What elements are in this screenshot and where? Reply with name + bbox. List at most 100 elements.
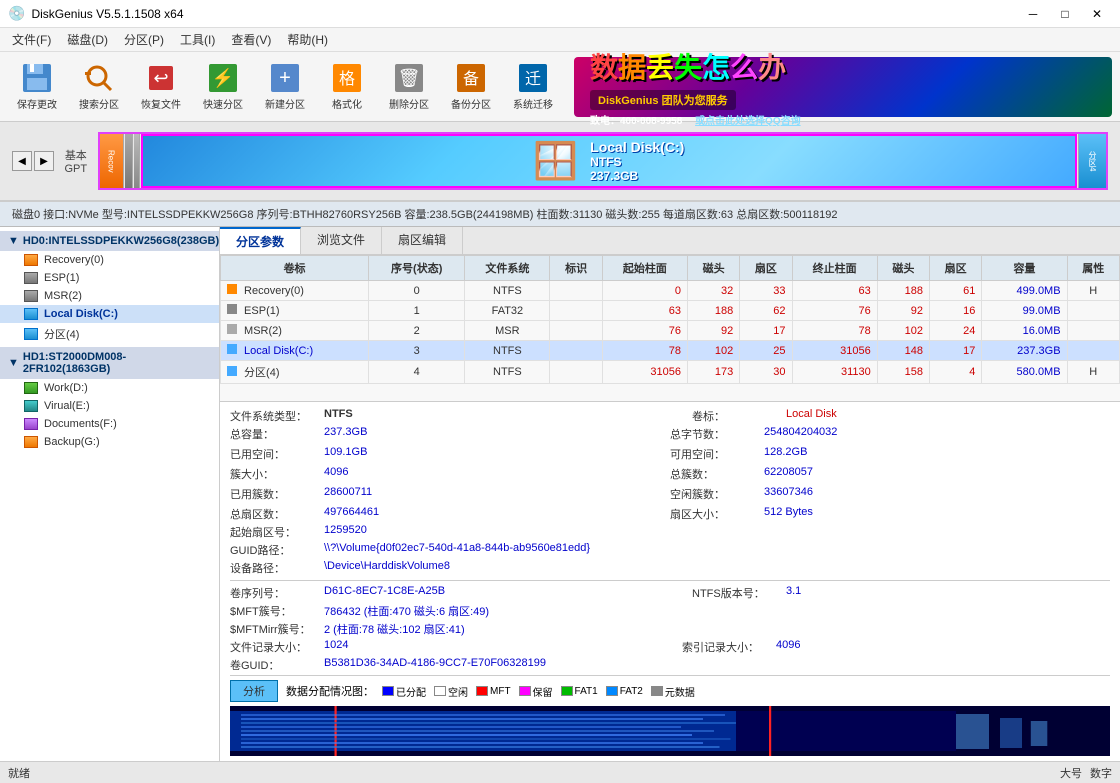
msr-partition-item[interactable]: MSR(2) xyxy=(0,287,219,305)
esp-partition-item[interactable]: ESP(1) xyxy=(0,269,219,287)
virual-e-item[interactable]: Virual(E:) xyxy=(0,397,219,415)
table-row[interactable]: Local Disk(C:) 3 NTFS 78 102 25 31056 14… xyxy=(221,341,1120,361)
used-space-value: 109.1GB xyxy=(324,446,670,462)
tab-sector-edit[interactable]: 扇区编辑 xyxy=(382,227,463,254)
fs-type-label: 文件系统类型： xyxy=(230,408,320,424)
cell-start-cyl: 31056 xyxy=(602,361,687,384)
cell-fs: MSR xyxy=(465,321,550,341)
vol-serial-row: 卷序列号： D61C-8EC7-1C8E-A25B NTFS版本号： 3.1 xyxy=(230,585,1110,601)
part4-item[interactable]: 分区(4) xyxy=(0,323,219,345)
chart-canvas xyxy=(230,706,1110,756)
minimize-button[interactable]: ─ xyxy=(1018,4,1048,24)
restore-file-button[interactable]: ↩ 恢复文件 xyxy=(132,57,190,117)
free-clusters-row: 空闲簇数： 33607346 xyxy=(670,486,1110,502)
delete-partition-icon: 🗑 xyxy=(393,62,425,94)
guid-path-value: \\?\Volume{d0f02ec7-540d-41a8-844b-ab956… xyxy=(324,542,1110,558)
migrate-system-icon: 迁 xyxy=(517,62,549,94)
table-row[interactable]: ESP(1) 1 FAT32 63 188 62 76 92 16 99.0MB xyxy=(221,301,1120,321)
col-start-sec: 扇区 xyxy=(740,256,792,281)
close-button[interactable]: ✕ xyxy=(1082,4,1112,24)
menu-file[interactable]: 文件(F) xyxy=(4,29,59,50)
menu-view[interactable]: 查看(V) xyxy=(223,29,279,50)
esp-part-icon xyxy=(24,272,38,284)
cell-size: 99.0MB xyxy=(982,301,1067,321)
local-disk-c-item[interactable]: Local Disk(C:) xyxy=(0,305,219,323)
used-space-label: 已用空间： xyxy=(230,446,320,462)
disk0-header[interactable]: ▼ HD0:INTELSSDPEKKW256G8(238GB) xyxy=(0,231,219,251)
backup-g-icon xyxy=(24,436,38,448)
documents-f-icon xyxy=(24,418,38,430)
recovery-partition-item[interactable]: Recovery(0) xyxy=(0,251,219,269)
cell-label: ESP(1) xyxy=(221,301,369,321)
total-sectors-value: 497664461 xyxy=(324,506,670,522)
cluster-size-value: 4096 xyxy=(324,466,670,482)
cell-attr: H xyxy=(1067,281,1119,301)
idx-rec-label: 索引记录大小： xyxy=(682,639,772,655)
work-d-item[interactable]: Work(D:) xyxy=(0,379,219,397)
total-cap-row: 总容量： 237.3GB xyxy=(230,426,670,442)
recovery-segment: Recov xyxy=(100,134,124,188)
msr-partition-label: MSR(2) xyxy=(44,290,82,302)
cell-fs: NTFS xyxy=(465,361,550,384)
cell-end-head: 92 xyxy=(877,301,929,321)
local-disk-c-segment[interactable]: 🪟 Local Disk(C:) NTFS 237.3GB xyxy=(141,134,1077,188)
start-sector-label: 起始扇区号： xyxy=(230,524,320,540)
table-row[interactable]: Recovery(0) 0 NTFS 0 32 33 63 188 61 499… xyxy=(221,281,1120,301)
migrate-system-button[interactable]: 迁 系统迁移 xyxy=(504,57,562,117)
col-end-head: 磁头 xyxy=(877,256,929,281)
menu-partition[interactable]: 分区(P) xyxy=(116,29,172,50)
status-bar: 就绪 大号 数字 xyxy=(0,761,1120,783)
mode2-text: 数字 xyxy=(1090,765,1112,781)
cell-end-sec: 4 xyxy=(930,361,982,384)
legend-allocated-color xyxy=(382,686,394,696)
device-path-label: 设备路径： xyxy=(230,560,320,576)
right-panel: 分区参数 浏览文件 扇区编辑 卷标 序号(状态) 文件系统 标识 起始柱面 磁头… xyxy=(220,227,1120,761)
legend-fat1: FAT1 xyxy=(561,686,598,697)
backup-g-item[interactable]: Backup(G:) xyxy=(0,433,219,451)
table-row[interactable]: MSR(2) 2 MSR 76 92 17 78 102 24 16.0MB xyxy=(221,321,1120,341)
cell-end-head: 102 xyxy=(877,321,929,341)
restore-file-label: 恢复文件 xyxy=(141,96,181,111)
quick-partition-button[interactable]: ⚡ 快速分区 xyxy=(194,57,252,117)
col-label: 卷标 xyxy=(221,256,369,281)
total-bytes-label: 总字节数： xyxy=(670,426,760,442)
backup-partition-button[interactable]: 备 备份分区 xyxy=(442,57,500,117)
dist-header: 分析 数据分配情况图： 已分配 空闲 MFT xyxy=(230,680,1110,702)
menu-disk[interactable]: 磁盘(D) xyxy=(59,29,116,50)
cell-end-cyl: 78 xyxy=(792,321,877,341)
cell-attr xyxy=(1067,321,1119,341)
vol-value: Local Disk xyxy=(786,408,1110,424)
search-partition-button[interactable]: 搜索分区 xyxy=(70,57,128,117)
status-text: 就绪 xyxy=(8,765,30,781)
cell-end-cyl: 76 xyxy=(792,301,877,321)
fs-params-grid: 总容量： 237.3GB 总字节数： 254804204032 已用空间： 10… xyxy=(230,426,1110,524)
menu-help[interactable]: 帮助(H) xyxy=(279,29,336,50)
table-row[interactable]: 分区(4) 4 NTFS 31056 173 30 31130 158 4 58… xyxy=(221,361,1120,384)
used-clusters-value: 28600711 xyxy=(324,486,670,502)
ad-qq[interactable]: 或点击此处选择QQ咨询 xyxy=(695,116,801,127)
disk1-header[interactable]: ▼ HD1:ST2000DM008-2FR102(1863GB) xyxy=(0,347,219,379)
legend-metadata-label: 元数据 xyxy=(665,684,695,699)
recovery-part-icon xyxy=(24,254,38,266)
tab-partition-params[interactable]: 分区参数 xyxy=(220,227,301,254)
legend-fat2-color xyxy=(606,686,618,696)
cluster-size-row: 簇大小： 4096 xyxy=(230,466,670,482)
ad-banner[interactable]: 数 据 丢 失 怎 么 办 DiskGenius 团队为您服务 致电：400-0… xyxy=(574,57,1112,117)
legend-mft-label: MFT xyxy=(490,686,511,697)
menu-tools[interactable]: 工具(I) xyxy=(172,29,223,50)
next-disk-button[interactable]: ▶ xyxy=(34,151,54,171)
format-button[interactable]: 格 格式化 xyxy=(318,57,376,117)
col-end-cyl: 终止柱面 xyxy=(792,256,877,281)
documents-f-item[interactable]: Documents(F:) xyxy=(0,415,219,433)
save-button[interactable]: 保存更改 xyxy=(8,57,66,117)
maximize-button[interactable]: □ xyxy=(1050,4,1080,24)
tab-browse-files[interactable]: 浏览文件 xyxy=(301,227,382,254)
analyze-button[interactable]: 分析 xyxy=(230,680,278,702)
prev-disk-button[interactable]: ◀ xyxy=(12,151,32,171)
toolbar: 保存更改 搜索分区 ↩ 恢复文件 ⚡ 快速分区 + 新建分区 格 格式化 xyxy=(0,52,1120,122)
fs-type-row: 文件系统类型： NTFS 卷标： Local Disk xyxy=(230,408,1110,424)
delete-partition-button[interactable]: 🗑 删除分区 xyxy=(380,57,438,117)
legend-mft-color xyxy=(476,686,488,696)
new-partition-button[interactable]: + 新建分区 xyxy=(256,57,314,117)
svg-text:格: 格 xyxy=(339,70,355,88)
